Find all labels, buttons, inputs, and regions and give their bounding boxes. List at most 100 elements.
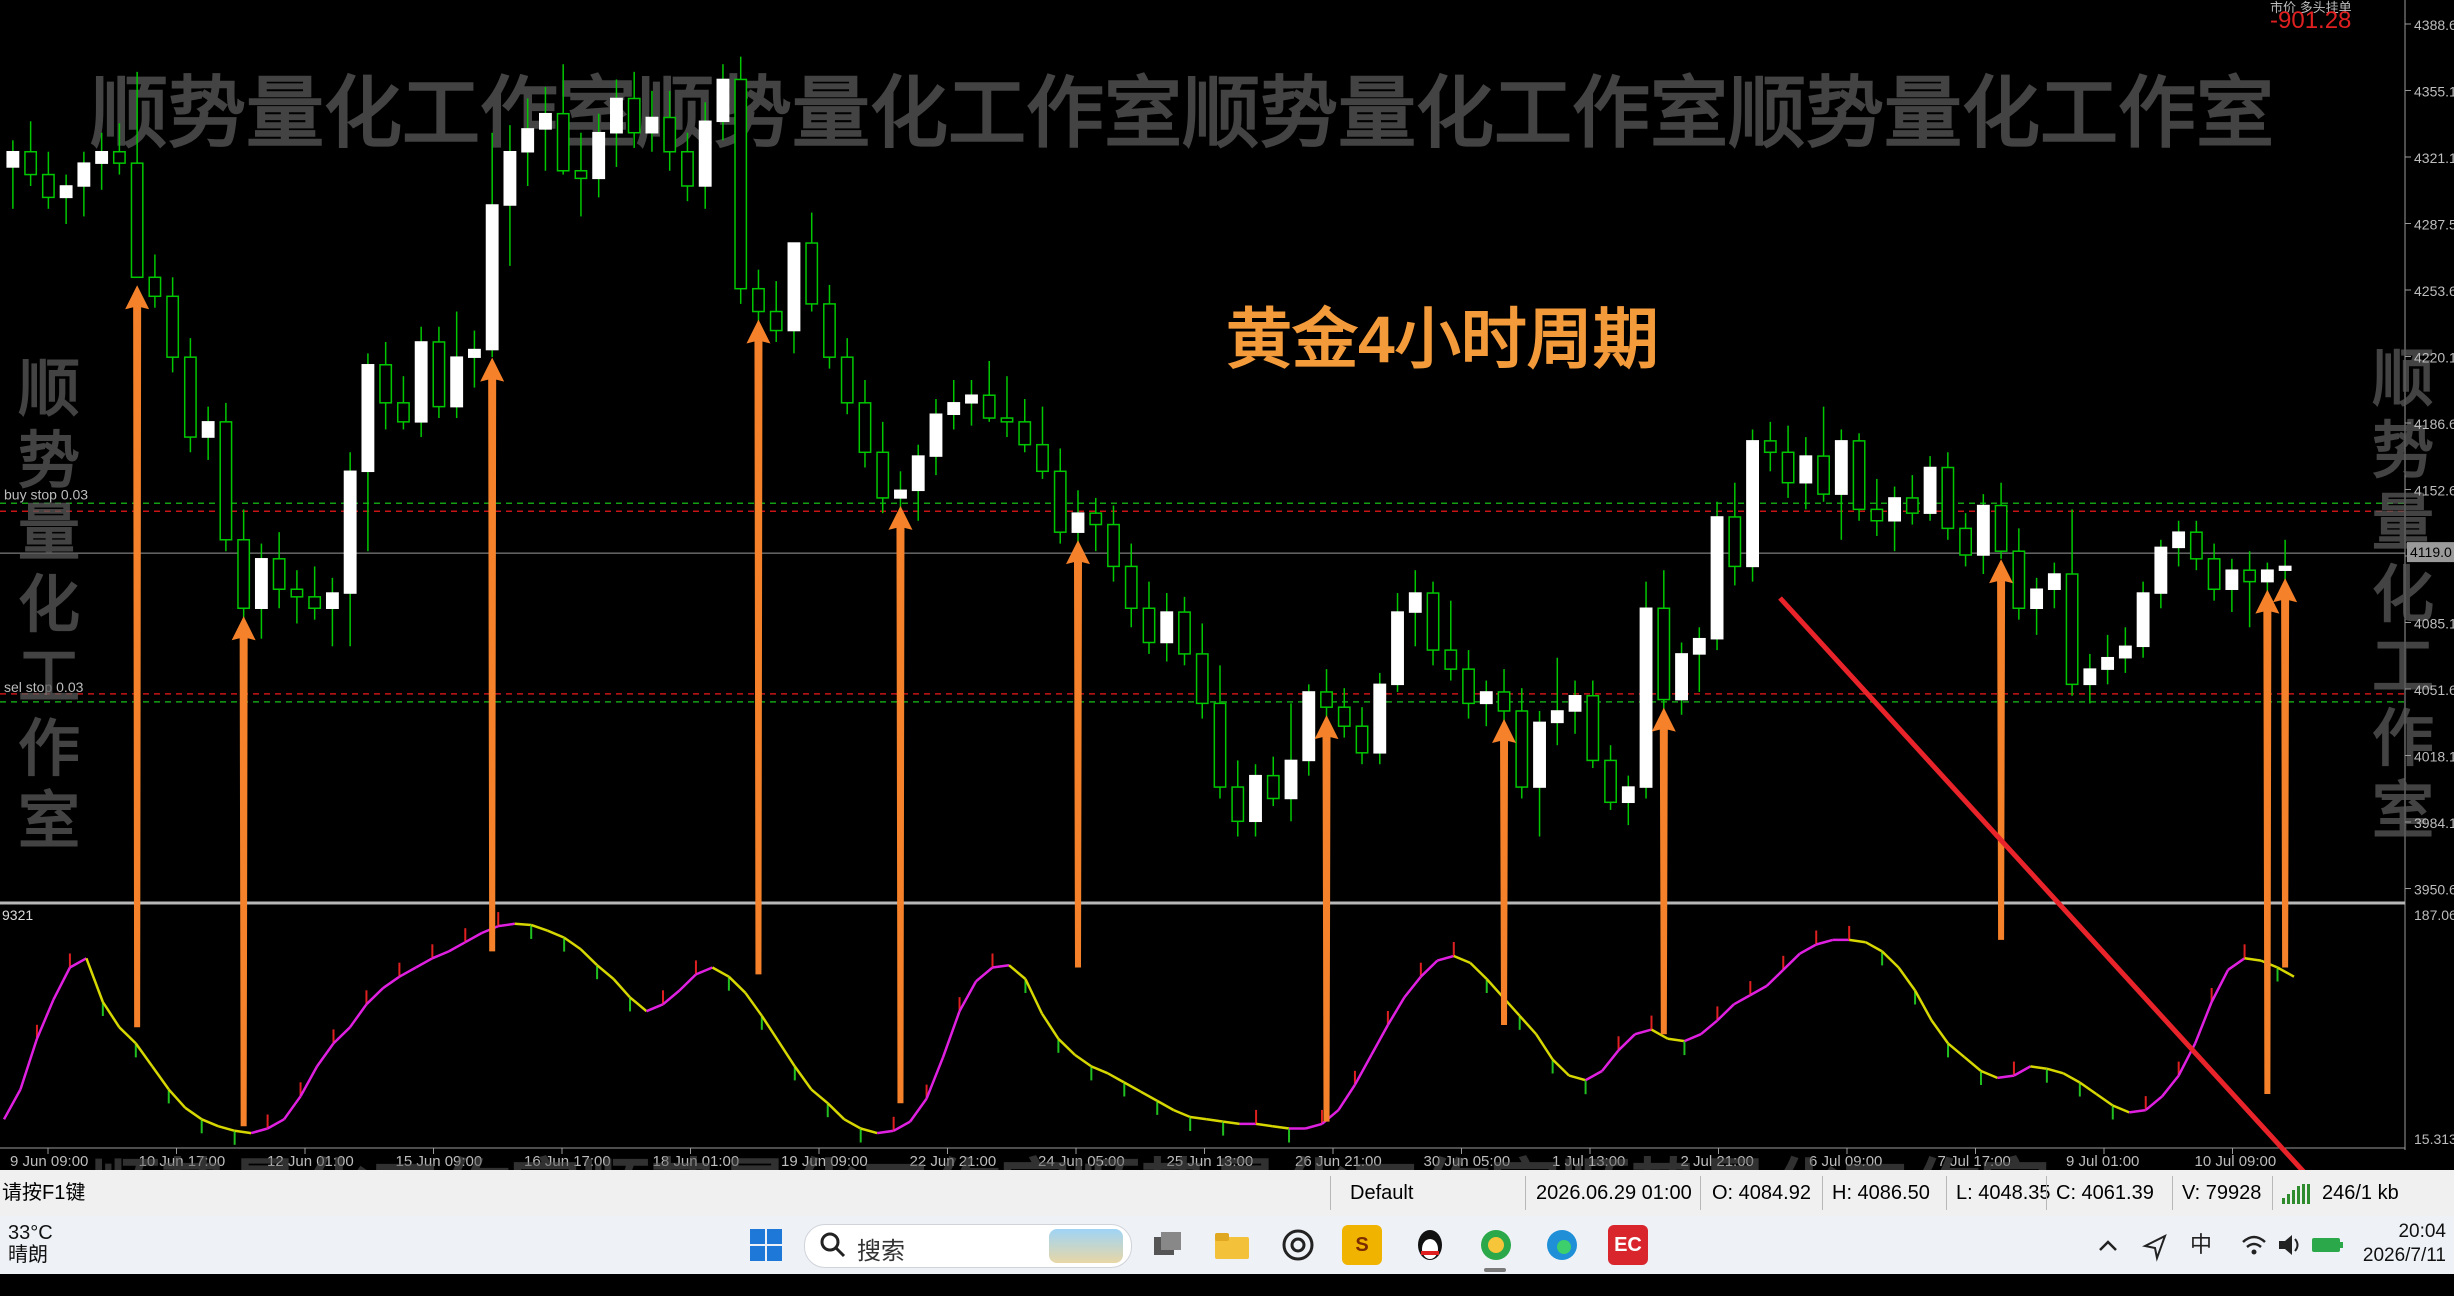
price-chart[interactable]: 顺势量化工作室顺势量化工作室顺势量化工作室顺势量化工作室buy stop 0.0… — [0, 0, 2454, 1170]
candle-body — [201, 421, 215, 438]
candle-body — [219, 421, 233, 541]
candle-body — [2207, 558, 2221, 590]
volume-icon[interactable] — [2276, 1216, 2304, 1274]
indicator-segment — [1584, 1069, 1603, 1082]
candle-body — [1426, 592, 1440, 651]
price-axis-label: 4119.0 — [2410, 544, 2452, 560]
time-axis-label: 10 Jul 09:00 — [2195, 1153, 2277, 1170]
indicator-segment — [1272, 1124, 1290, 1130]
indicator-segment — [876, 1129, 894, 1135]
clock-time: 20:04 — [2398, 1221, 2446, 1242]
weather-temperature: 33°C — [8, 1222, 53, 1244]
indicator-segment — [1222, 1120, 1240, 1126]
bar-open: O: 4084.92 — [1712, 1182, 1811, 1204]
indicator-segment — [1107, 1072, 1125, 1084]
candle-body — [148, 276, 162, 298]
chevron-up-icon[interactable] — [2096, 1216, 2120, 1274]
indicator-segment — [365, 987, 384, 1006]
candle-body — [1462, 668, 1475, 705]
candle-body — [1639, 607, 1653, 788]
indicator-segment — [52, 966, 72, 1001]
indicator-segment — [1700, 1019, 1719, 1036]
weather-widget[interactable]: 33°C 晴朗 — [8, 1222, 53, 1266]
candle-body — [556, 112, 570, 172]
signal-arrow — [125, 285, 150, 1028]
indicator-segment — [1469, 962, 1488, 980]
indicator-segment — [1634, 1028, 1652, 1036]
candle-body — [1497, 691, 1511, 712]
candle-body — [947, 402, 961, 415]
windows-start-icon[interactable] — [746, 1225, 786, 1265]
signal-arrow — [1314, 715, 1339, 1122]
taskbar-search-box[interactable]: 搜索 — [804, 1224, 1132, 1268]
candle-body — [1178, 611, 1191, 655]
candle-body — [1107, 523, 1120, 568]
candle-body — [1444, 649, 1458, 670]
document-app-icon[interactable]: S — [1342, 1225, 1382, 1265]
candle-body — [698, 120, 712, 187]
search-icon — [819, 1231, 847, 1264]
candle-body — [1763, 440, 1777, 454]
indicator-segment — [1305, 1122, 1323, 1130]
signal-arrow — [1989, 559, 2014, 940]
candle-body — [2136, 592, 2150, 648]
price-axis-label: 4186.6 — [2414, 416, 2454, 432]
indicator-segment — [2062, 1072, 2081, 1084]
clock[interactable]: 20:04 2026/7/11 — [2363, 1220, 2446, 1268]
send-arrow-icon[interactable] — [2141, 1216, 2168, 1274]
floating-profit: -901.28 — [2270, 7, 2351, 34]
candle-body — [858, 402, 872, 454]
indicator-segment — [332, 1026, 351, 1045]
vertical-watermark-char: 工 — [18, 643, 80, 712]
indicator-segment — [826, 1102, 846, 1121]
indicator-segment — [1617, 1033, 1636, 1052]
candle-body — [752, 287, 765, 313]
file-explorer-icon[interactable] — [1212, 1225, 1252, 1265]
indicator-segment — [760, 1015, 780, 1042]
indicator-segment — [2112, 1104, 2130, 1114]
candle-body — [610, 97, 623, 134]
price-axis-label: 3950.6 — [2414, 882, 2454, 898]
candle-body — [2065, 573, 2079, 686]
candle-body — [1976, 504, 1990, 556]
candle-body — [59, 185, 73, 199]
indicator-segment — [2013, 1065, 2032, 1077]
candle-body — [876, 451, 890, 499]
indicator-segment — [184, 1106, 203, 1121]
candle-body — [166, 295, 180, 358]
chatgpt-icon[interactable] — [1278, 1225, 1318, 1265]
candle-body — [1941, 466, 1955, 530]
wifi-icon[interactable] — [2240, 1216, 2268, 1274]
indicator-segment — [448, 941, 466, 953]
connection-bars-icon[interactable] — [2280, 1170, 2320, 1216]
indicator-segment — [1997, 1074, 2015, 1080]
task-view-icon[interactable] — [1148, 1225, 1188, 1265]
indicator-segment — [1419, 959, 1439, 978]
edge-browser-icon[interactable] — [1542, 1225, 1582, 1265]
indicator-segment — [398, 966, 417, 978]
price-axis-label: 4321.1 — [2414, 150, 2454, 166]
candle-body — [1675, 653, 1688, 701]
indicator-segment — [629, 996, 648, 1013]
candle-body — [1195, 653, 1209, 705]
indicator-segment — [85, 957, 105, 1003]
price-axis-label: 4085.1 — [2414, 616, 2454, 632]
chart-area[interactable]: 顺势量化工作室顺势量化工作室顺势量化工作室顺势量化工作室 buy stop 0.0… — [0, 0, 2454, 1170]
trading-terminal-icon[interactable] — [1476, 1225, 1516, 1265]
candle-body — [1905, 497, 1919, 514]
signal-arrow — [231, 616, 256, 1127]
candle-body — [379, 364, 393, 404]
profile-name[interactable]: Default — [1350, 1170, 1413, 1216]
candle-body — [1781, 451, 1795, 484]
candle-body — [1728, 516, 1742, 568]
candle-body — [965, 394, 978, 404]
candle-body — [823, 303, 836, 358]
candle-body — [2225, 569, 2239, 590]
ime-indicator[interactable]: 中 — [2190, 1216, 2212, 1274]
ec-app-icon[interactable]: EC — [1608, 1225, 1648, 1265]
price-axis-label: 4152.6 — [2414, 483, 2454, 499]
battery-icon[interactable] — [2310, 1216, 2346, 1274]
candle-body — [1408, 592, 1422, 613]
vertical-watermark-char: 顺 — [18, 355, 80, 424]
qq-penguin-icon[interactable] — [1410, 1225, 1450, 1265]
